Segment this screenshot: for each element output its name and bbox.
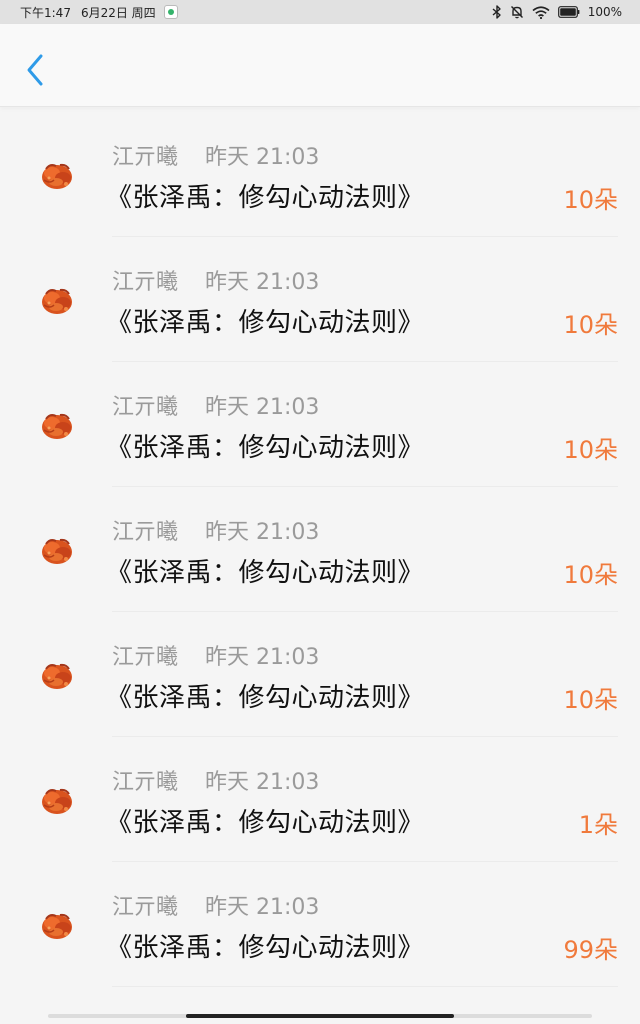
avatar xyxy=(38,156,76,194)
book-title: 《张泽禹：修勾心动法则》 xyxy=(106,683,425,713)
battery-icon xyxy=(557,6,580,18)
book-title: 《张泽禹：修勾心动法则》 xyxy=(106,433,425,463)
flower-amount: 10朵 xyxy=(563,311,618,339)
avatar xyxy=(38,406,76,444)
wifi-icon xyxy=(532,5,550,19)
bluetooth-icon xyxy=(492,5,502,19)
chevron-left-icon xyxy=(27,54,43,86)
gift-list: 江亓曦 昨天 21:03 《张泽禹：修勾心动法则》 10朵 江亓曦 昨天 21:… xyxy=(0,112,640,987)
row-meta: 江亓曦 昨天 21:03 xyxy=(112,639,319,671)
send-time: 昨天 21:03 xyxy=(205,270,320,295)
status-time: 下午1:47 xyxy=(20,5,71,20)
row-meta: 江亓曦 昨天 21:03 xyxy=(112,764,319,796)
header-bar xyxy=(0,24,640,107)
sender-name: 江亓曦 xyxy=(112,645,179,670)
book-title: 《张泽禹：修勾心动法则》 xyxy=(106,183,425,213)
send-time: 昨天 21:03 xyxy=(205,645,320,670)
status-right: 100% xyxy=(492,0,622,24)
book-title: 《张泽禹：修勾心动法则》 xyxy=(106,808,425,838)
list-item[interactable]: 江亓曦 昨天 21:03 《张泽禹：修勾心动法则》 10朵 xyxy=(0,612,640,737)
sender-name: 江亓曦 xyxy=(112,270,179,295)
row-meta: 江亓曦 昨天 21:03 xyxy=(112,389,319,421)
sender-name: 江亓曦 xyxy=(112,895,179,920)
avatar xyxy=(38,781,76,819)
row-meta: 江亓曦 昨天 21:03 xyxy=(112,889,319,921)
book-title: 《张泽禹：修勾心动法则》 xyxy=(106,558,425,588)
list-item[interactable]: 江亓曦 昨天 21:03 《张泽禹：修勾心动法则》 99朵 xyxy=(0,862,640,987)
battery-percent: 100% xyxy=(587,5,622,19)
send-time: 昨天 21:03 xyxy=(205,395,320,420)
send-time: 昨天 21:03 xyxy=(205,895,320,920)
send-time: 昨天 21:03 xyxy=(205,145,320,170)
flower-amount: 99朵 xyxy=(563,936,618,964)
avatar xyxy=(38,906,76,944)
list-item[interactable]: 江亓曦 昨天 21:03 《张泽禹：修勾心动法则》 10朵 xyxy=(0,112,640,237)
sender-name: 江亓曦 xyxy=(112,145,179,170)
screen: 下午1:47 6月22日 周四 100% 江亓曦 昨天 21:03 《张泽禹：修… xyxy=(0,0,640,1024)
flower-amount: 10朵 xyxy=(563,561,618,589)
flower-amount: 1朵 xyxy=(578,811,618,839)
flower-amount: 10朵 xyxy=(563,436,618,464)
row-meta: 江亓曦 昨天 21:03 xyxy=(112,139,319,171)
send-time: 昨天 21:03 xyxy=(205,770,320,795)
status-date: 6月22日 周四 xyxy=(80,5,156,20)
row-meta: 江亓曦 昨天 21:03 xyxy=(112,514,319,546)
flower-amount: 10朵 xyxy=(563,186,618,214)
sender-name: 江亓曦 xyxy=(112,395,179,420)
status-left: 下午1:47 6月22日 周四 xyxy=(20,0,178,24)
avatar xyxy=(38,531,76,569)
mute-bell-icon xyxy=(510,5,524,19)
app-notification-icon xyxy=(163,5,178,19)
sender-name: 江亓曦 xyxy=(112,770,179,795)
back-button[interactable] xyxy=(18,50,52,90)
flower-amount: 10朵 xyxy=(563,686,618,714)
home-indicator[interactable] xyxy=(186,1014,454,1018)
send-time: 昨天 21:03 xyxy=(205,520,320,545)
sender-name: 江亓曦 xyxy=(112,520,179,545)
avatar xyxy=(38,281,76,319)
row-meta: 江亓曦 昨天 21:03 xyxy=(112,264,319,296)
status-bar: 下午1:47 6月22日 周四 100% xyxy=(0,0,640,24)
avatar xyxy=(38,656,76,694)
list-item[interactable]: 江亓曦 昨天 21:03 《张泽禹：修勾心动法则》 1朵 xyxy=(0,737,640,862)
book-title: 《张泽禹：修勾心动法则》 xyxy=(106,933,425,963)
list-item[interactable]: 江亓曦 昨天 21:03 《张泽禹：修勾心动法则》 10朵 xyxy=(0,237,640,362)
row-divider xyxy=(112,986,618,987)
list-item[interactable]: 江亓曦 昨天 21:03 《张泽禹：修勾心动法则》 10朵 xyxy=(0,362,640,487)
list-item[interactable]: 江亓曦 昨天 21:03 《张泽禹：修勾心动法则》 10朵 xyxy=(0,487,640,612)
book-title: 《张泽禹：修勾心动法则》 xyxy=(106,308,425,338)
